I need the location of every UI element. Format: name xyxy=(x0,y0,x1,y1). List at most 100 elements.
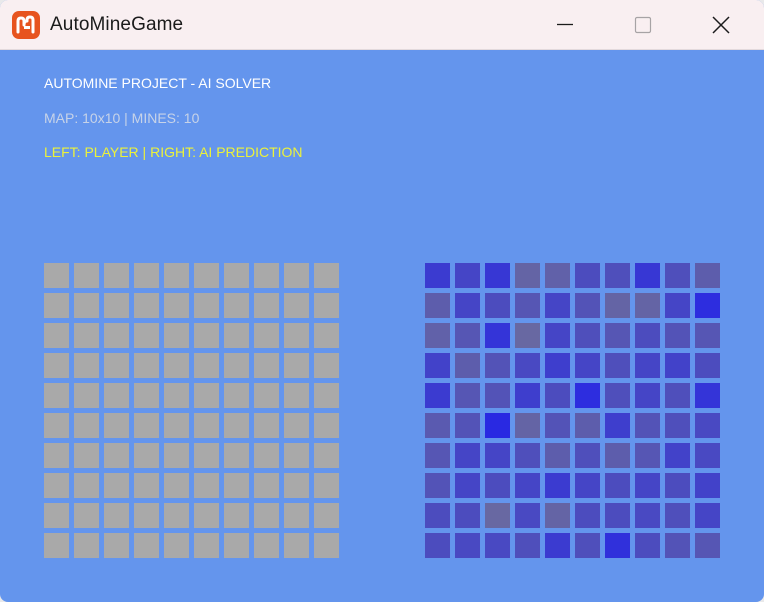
player-cell[interactable] xyxy=(224,413,249,438)
player-cell[interactable] xyxy=(284,473,309,498)
player-cell[interactable] xyxy=(314,293,339,318)
player-cell[interactable] xyxy=(224,293,249,318)
player-cell[interactable] xyxy=(284,293,309,318)
player-cell[interactable] xyxy=(194,503,219,528)
player-cell[interactable] xyxy=(164,533,189,558)
player-cell[interactable] xyxy=(284,533,309,558)
player-cell[interactable] xyxy=(254,503,279,528)
player-cell[interactable] xyxy=(44,293,69,318)
player-cell[interactable] xyxy=(194,293,219,318)
player-cell[interactable] xyxy=(224,443,249,468)
player-cell[interactable] xyxy=(44,533,69,558)
player-cell[interactable] xyxy=(44,443,69,468)
player-cell[interactable] xyxy=(74,323,99,348)
player-cell[interactable] xyxy=(194,323,219,348)
player-cell[interactable] xyxy=(314,383,339,408)
player-cell[interactable] xyxy=(284,263,309,288)
player-cell[interactable] xyxy=(44,263,69,288)
player-cell[interactable] xyxy=(74,533,99,558)
player-cell[interactable] xyxy=(134,383,159,408)
player-cell[interactable] xyxy=(314,413,339,438)
player-cell[interactable] xyxy=(74,293,99,318)
player-cell[interactable] xyxy=(164,413,189,438)
player-cell[interactable] xyxy=(254,413,279,438)
player-cell[interactable] xyxy=(134,503,159,528)
player-cell[interactable] xyxy=(74,503,99,528)
player-cell[interactable] xyxy=(314,353,339,378)
player-cell[interactable] xyxy=(164,443,189,468)
player-cell[interactable] xyxy=(104,473,129,498)
player-cell[interactable] xyxy=(164,263,189,288)
player-cell[interactable] xyxy=(254,533,279,558)
player-cell[interactable] xyxy=(134,263,159,288)
player-cell[interactable] xyxy=(254,473,279,498)
player-cell[interactable] xyxy=(284,503,309,528)
player-cell[interactable] xyxy=(194,473,219,498)
player-cell[interactable] xyxy=(44,353,69,378)
player-cell[interactable] xyxy=(74,353,99,378)
player-cell[interactable] xyxy=(224,353,249,378)
player-cell[interactable] xyxy=(164,383,189,408)
player-cell[interactable] xyxy=(104,413,129,438)
player-cell[interactable] xyxy=(164,473,189,498)
player-cell[interactable] xyxy=(224,503,249,528)
player-cell[interactable] xyxy=(104,383,129,408)
player-cell[interactable] xyxy=(314,443,339,468)
player-cell[interactable] xyxy=(44,473,69,498)
player-cell[interactable] xyxy=(194,263,219,288)
player-cell[interactable] xyxy=(254,323,279,348)
player-cell[interactable] xyxy=(104,353,129,378)
title-bar[interactable]: AutoMineGame xyxy=(0,0,764,50)
player-cell[interactable] xyxy=(104,503,129,528)
player-cell[interactable] xyxy=(284,413,309,438)
close-button[interactable] xyxy=(682,0,760,49)
player-cell[interactable] xyxy=(314,263,339,288)
player-cell[interactable] xyxy=(284,323,309,348)
player-cell[interactable] xyxy=(134,533,159,558)
player-cell[interactable] xyxy=(74,413,99,438)
player-cell[interactable] xyxy=(104,263,129,288)
player-cell[interactable] xyxy=(164,293,189,318)
player-cell[interactable] xyxy=(254,293,279,318)
player-cell[interactable] xyxy=(254,263,279,288)
player-cell[interactable] xyxy=(314,503,339,528)
player-cell[interactable] xyxy=(74,383,99,408)
player-cell[interactable] xyxy=(284,443,309,468)
player-cell[interactable] xyxy=(134,323,159,348)
player-cell[interactable] xyxy=(284,383,309,408)
player-cell[interactable] xyxy=(44,323,69,348)
player-cell[interactable] xyxy=(74,473,99,498)
player-cell[interactable] xyxy=(134,413,159,438)
player-cell[interactable] xyxy=(194,353,219,378)
player-cell[interactable] xyxy=(44,383,69,408)
player-cell[interactable] xyxy=(224,263,249,288)
player-cell[interactable] xyxy=(254,383,279,408)
player-cell[interactable] xyxy=(134,473,159,498)
player-cell[interactable] xyxy=(104,533,129,558)
player-cell[interactable] xyxy=(104,293,129,318)
player-cell[interactable] xyxy=(284,353,309,378)
player-cell[interactable] xyxy=(314,473,339,498)
player-cell[interactable] xyxy=(134,353,159,378)
player-cell[interactable] xyxy=(164,353,189,378)
player-cell[interactable] xyxy=(74,263,99,288)
minimize-button[interactable] xyxy=(526,0,604,49)
player-cell[interactable] xyxy=(134,443,159,468)
maximize-button[interactable] xyxy=(604,0,682,49)
player-cell[interactable] xyxy=(44,503,69,528)
player-cell[interactable] xyxy=(194,443,219,468)
player-cell[interactable] xyxy=(224,473,249,498)
player-cell[interactable] xyxy=(194,413,219,438)
player-cell[interactable] xyxy=(194,383,219,408)
player-cell[interactable] xyxy=(44,413,69,438)
player-cell[interactable] xyxy=(254,443,279,468)
player-cell[interactable] xyxy=(194,533,219,558)
player-cell[interactable] xyxy=(104,323,129,348)
player-cell[interactable] xyxy=(164,503,189,528)
player-cell[interactable] xyxy=(224,533,249,558)
player-cell[interactable] xyxy=(74,443,99,468)
player-cell[interactable] xyxy=(104,443,129,468)
player-cell[interactable] xyxy=(224,323,249,348)
player-cell[interactable] xyxy=(134,293,159,318)
player-cell[interactable] xyxy=(164,323,189,348)
